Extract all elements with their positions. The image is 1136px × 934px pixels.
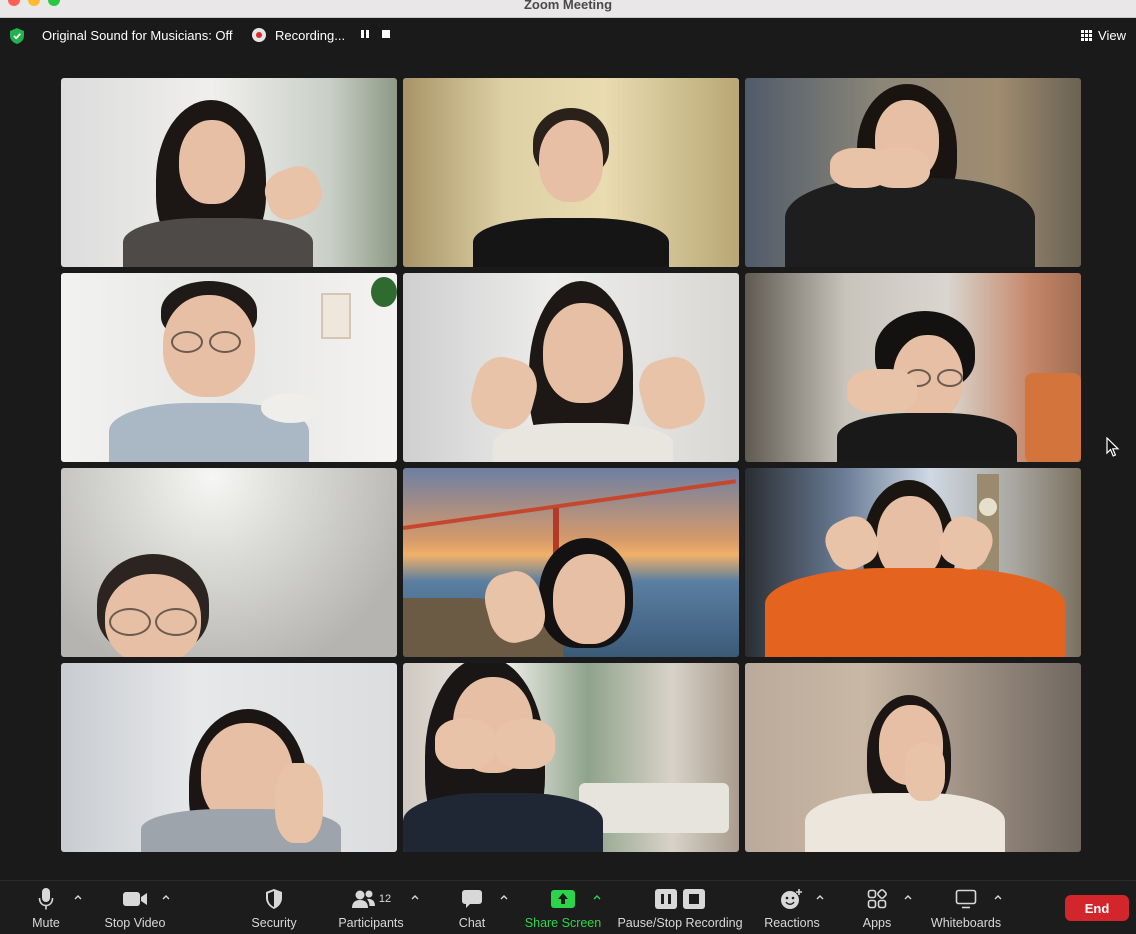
recording-indicator-icon [252, 28, 266, 42]
mute-label: Mute [32, 916, 60, 930]
participant-video-tile[interactable] [61, 273, 397, 462]
grid-view-icon [1081, 29, 1093, 41]
window-titlebar: Zoom Meeting [0, 0, 1136, 18]
video-camera-icon [123, 892, 147, 906]
window-title: Zoom Meeting [523, 0, 613, 12]
apps-options-chevron-up-icon[interactable] [904, 893, 912, 901]
participants-options-chevron-up-icon[interactable] [411, 893, 419, 901]
pause-stop-recording-button[interactable]: Pause/Stop Recording [614, 887, 746, 930]
participants-button[interactable]: 12 Participants [334, 887, 408, 930]
participants-count: 12 [378, 893, 392, 905]
encryption-shield-icon[interactable] [10, 28, 24, 44]
stop-icon [683, 889, 705, 909]
whiteboards-options-chevron-up-icon[interactable] [994, 893, 1002, 901]
participant-video-tile-active-speaker[interactable] [403, 78, 739, 267]
participant-video-tile[interactable] [403, 468, 739, 657]
chat-options-chevron-up-icon[interactable] [500, 893, 508, 901]
microphone-icon [38, 888, 54, 910]
view-label: View [1098, 27, 1126, 43]
security-shield-icon [266, 889, 282, 909]
end-meeting-button[interactable]: End [1065, 895, 1129, 921]
apps-icon [867, 889, 887, 909]
meeting-controls-toolbar: Mute Stop Video Security 12 Participants… [0, 880, 1136, 934]
meeting-info-bar: Original Sound for Musicians: Off Record… [0, 18, 1136, 54]
chat-button[interactable]: Chat [452, 887, 492, 930]
participant-video-tile[interactable] [745, 273, 1081, 462]
participants-label: Participants [338, 916, 404, 930]
reactions-button[interactable]: Reactions [760, 887, 824, 930]
share-options-chevron-up-icon[interactable] [593, 893, 601, 901]
reactions-label: Reactions [764, 916, 820, 930]
participant-video-tile[interactable] [61, 663, 397, 852]
participants-icon [351, 890, 375, 908]
participant-video-tile[interactable] [61, 468, 397, 657]
original-sound-status[interactable]: Original Sound for Musicians: Off [42, 28, 233, 43]
security-button[interactable]: Security [248, 887, 300, 930]
mouse-cursor-icon [1106, 437, 1120, 457]
chat-bubble-icon [462, 890, 482, 908]
recording-status: Recording... [275, 28, 346, 43]
apps-label: Apps [862, 916, 892, 930]
stop-video-button[interactable]: Stop Video [100, 887, 170, 930]
apps-button[interactable]: Apps [856, 887, 898, 930]
share-screen-label: Share Screen [524, 916, 602, 930]
pause-icon [655, 889, 677, 909]
participant-video-tile[interactable] [403, 663, 739, 852]
security-label: Security [251, 916, 297, 930]
share-screen-arrow-icon [551, 890, 575, 908]
participant-video-tile[interactable] [745, 78, 1081, 267]
participant-video-tile[interactable] [745, 663, 1081, 852]
pause-recording-icon[interactable] [360, 29, 370, 39]
audio-options-chevron-up-icon[interactable] [74, 893, 82, 901]
participant-video-tile[interactable] [403, 273, 739, 462]
participant-video-tile[interactable] [61, 78, 397, 267]
chat-label: Chat [458, 916, 486, 930]
participant-video-tile[interactable] [745, 468, 1081, 657]
pause-stop-recording-label: Pause/Stop Recording [617, 916, 743, 930]
video-gallery [61, 78, 1081, 852]
stop-recording-icon[interactable] [382, 30, 390, 38]
mute-button[interactable]: Mute [26, 887, 66, 930]
stop-video-label: Stop Video [104, 916, 166, 930]
whiteboards-label: Whiteboards [930, 916, 1002, 930]
emoji-add-icon [781, 889, 802, 909]
reactions-options-chevron-up-icon[interactable] [816, 893, 824, 901]
share-screen-button[interactable]: Share Screen [522, 887, 604, 930]
whiteboard-icon [955, 889, 977, 909]
view-button[interactable]: View [1081, 26, 1126, 44]
video-options-chevron-up-icon[interactable] [162, 893, 170, 901]
